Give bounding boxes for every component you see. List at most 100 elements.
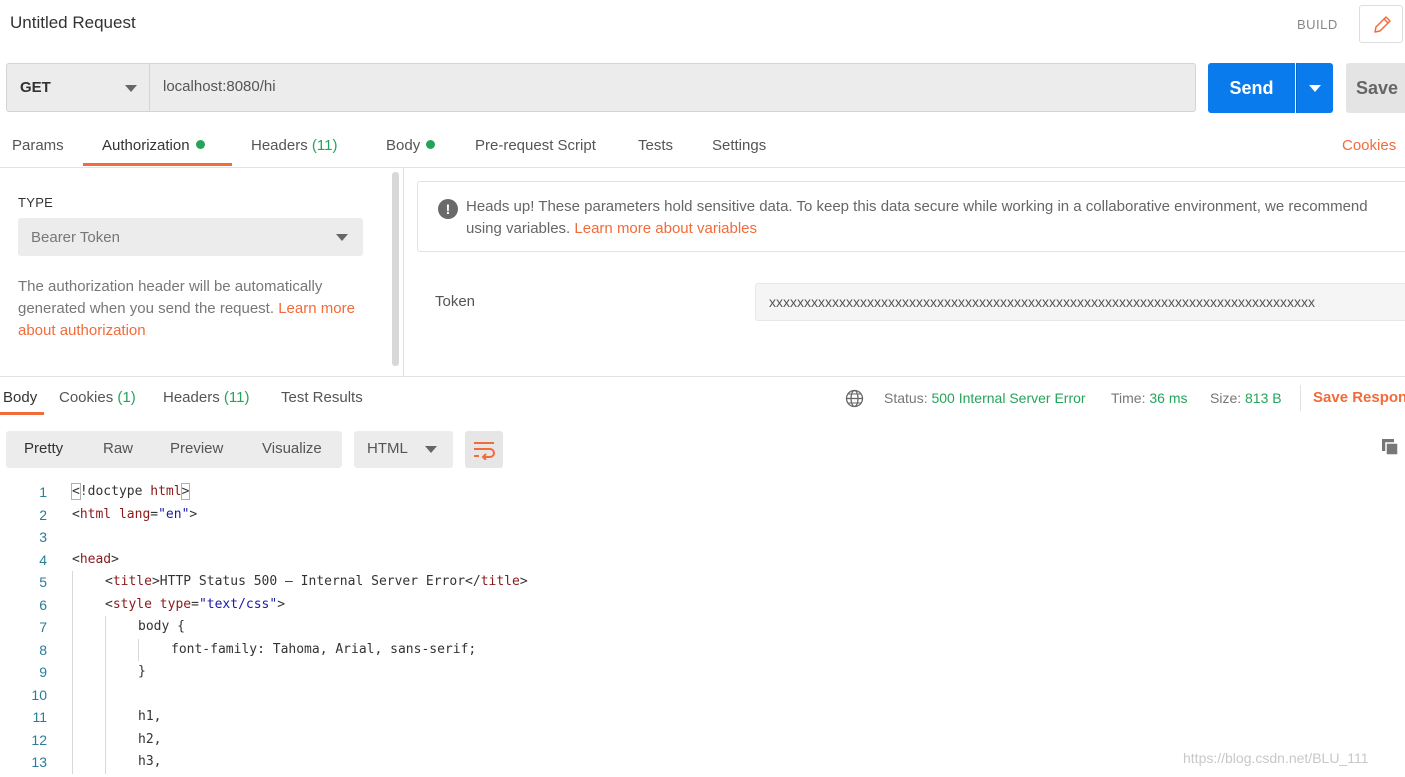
- wrap-lines-icon: [474, 442, 495, 460]
- view-visualize[interactable]: Visualize: [262, 440, 322, 457]
- view-preview[interactable]: Preview: [170, 440, 223, 457]
- active-dot-icon: [195, 140, 205, 149]
- tab-tests[interactable]: Tests: [638, 137, 673, 167]
- cookies-count: (1): [117, 389, 136, 406]
- time-value[interactable]: 36 ms: [1149, 390, 1187, 406]
- line-number: 10: [31, 686, 47, 703]
- line-number: 11: [32, 709, 47, 725]
- tab-prerequest-script[interactable]: Pre-request Script: [475, 137, 596, 167]
- globe-icon[interactable]: [845, 389, 864, 408]
- line-number: 1: [39, 484, 47, 500]
- build-mode-label[interactable]: BUILD: [1297, 17, 1338, 32]
- save-button[interactable]: Save: [1346, 63, 1405, 113]
- size-info: Size: 813 B: [1210, 390, 1282, 406]
- indent-guide: [72, 638, 73, 661]
- response-tab-headers[interactable]: Headers (11): [163, 389, 249, 406]
- edit-button[interactable]: [1359, 5, 1403, 43]
- save-response-button[interactable]: Save Respon: [1313, 389, 1405, 406]
- send-button[interactable]: Send: [1208, 63, 1295, 113]
- tab-params[interactable]: Params: [12, 137, 64, 167]
- chevron-down-icon: [336, 234, 348, 241]
- code-line: 9 }: [0, 661, 1405, 684]
- indent-guide: [72, 751, 73, 774]
- copy-icon[interactable]: [1380, 437, 1400, 457]
- auth-type-select[interactable]: Bearer Token: [18, 218, 363, 256]
- active-dot-icon: [426, 140, 436, 149]
- tab-label: Cookies: [59, 389, 114, 406]
- code-content: body {: [138, 619, 185, 634]
- indent-guide: [105, 706, 106, 729]
- chevron-down-icon: [425, 446, 437, 453]
- language-select[interactable]: HTML: [354, 431, 453, 468]
- size-label: Size:: [1210, 390, 1242, 406]
- view-mode-group: Pretty Raw Preview Visualize: [6, 431, 342, 468]
- url-input[interactable]: [163, 78, 1163, 95]
- tab-headers[interactable]: Headers (11): [251, 137, 337, 167]
- code-line: 4 <head>: [0, 549, 1405, 572]
- indent-guide: [72, 706, 73, 729]
- indent-guide: [105, 616, 106, 639]
- learn-more-variables-link[interactable]: Learn more about variables: [574, 220, 757, 237]
- response-code-view[interactable]: 1 <!doctype html> 2 <html lang="en"> 3 4…: [0, 481, 1405, 774]
- indent-guide: [72, 593, 73, 616]
- code-line: 10: [0, 683, 1405, 706]
- code-content: <!doctype html>: [71, 483, 191, 500]
- line-number: 4: [39, 551, 47, 568]
- code-content: h2,: [138, 731, 162, 747]
- token-input[interactable]: xxxxxxxxxxxxxxxxxxxxxxxxxxxxxxxxxxxxxxxx…: [755, 283, 1405, 321]
- method-label: GET: [20, 79, 51, 96]
- size-value[interactable]: 813 B: [1245, 390, 1282, 406]
- code-line: 1 <!doctype html>: [0, 481, 1405, 504]
- url-bar: GET: [6, 63, 1196, 112]
- status-value[interactable]: 500 Internal Server Error: [931, 390, 1085, 406]
- code-content: }: [138, 664, 146, 679]
- code-content: <html lang="en">: [72, 506, 198, 522]
- title-bar: Untitled Request BUILD: [0, 0, 1405, 50]
- notice-text: Heads up! These parameters hold sensitiv…: [466, 196, 1386, 240]
- tab-body[interactable]: Body: [386, 137, 436, 167]
- line-number: 9: [39, 664, 47, 680]
- request-title[interactable]: Untitled Request: [10, 13, 136, 33]
- view-pretty[interactable]: Pretty: [24, 440, 63, 457]
- code-content: <style type="text/css">: [105, 596, 286, 612]
- code-content: h1,: [138, 709, 162, 724]
- line-number: 3: [39, 529, 47, 545]
- wrap-lines-button[interactable]: [465, 431, 503, 468]
- chevron-down-icon: [1309, 85, 1321, 92]
- indent-guide: [105, 638, 106, 661]
- tab-label: Body: [386, 137, 421, 154]
- indent-guide: [105, 751, 106, 774]
- indent-guide: [105, 661, 106, 684]
- method-select[interactable]: GET: [7, 64, 150, 111]
- response-tab-test-results[interactable]: Test Results: [281, 389, 363, 406]
- indent-guide: [105, 683, 106, 706]
- code-line: 12 h2,: [0, 728, 1405, 751]
- code-content: h3,: [138, 754, 162, 769]
- tab-label: Headers: [251, 137, 308, 154]
- tab-settings[interactable]: Settings: [712, 137, 766, 167]
- code-content: font-family: Tahoma, Arial, sans-serif;: [171, 641, 477, 657]
- response-tab-cookies[interactable]: Cookies (1): [59, 389, 136, 406]
- code-line: 2 <html lang="en">: [0, 504, 1405, 527]
- indent-guide: [72, 683, 73, 706]
- request-tabs: Params Authorization Headers (11) Body P…: [0, 128, 1405, 168]
- code-line: 11 h1,: [0, 706, 1405, 729]
- code-content: <title>HTTP Status 500 – Internal Server…: [105, 574, 528, 589]
- code-content: <head>: [72, 551, 119, 567]
- code-line: 5 <title>HTTP Status 500 – Internal Serv…: [0, 571, 1405, 594]
- chevron-down-icon: [125, 85, 137, 92]
- time-info: Time: 36 ms: [1111, 390, 1188, 406]
- code-line: 6 <style type="text/css">: [0, 593, 1405, 616]
- send-options-button[interactable]: [1296, 63, 1333, 113]
- view-raw[interactable]: Raw: [103, 440, 133, 457]
- active-response-tab-indicator: [0, 412, 44, 415]
- response-tab-body[interactable]: Body: [3, 389, 37, 406]
- indent-guide: [105, 728, 106, 751]
- status-label: Status:: [884, 390, 928, 406]
- status-info: Status: 500 Internal Server Error: [884, 390, 1086, 406]
- line-number: 2: [39, 506, 47, 523]
- cookies-link[interactable]: Cookies: [1342, 137, 1396, 154]
- panel-scrollbar[interactable]: [392, 172, 399, 366]
- line-number: 8: [39, 641, 47, 658]
- headers-count: (11): [311, 137, 338, 154]
